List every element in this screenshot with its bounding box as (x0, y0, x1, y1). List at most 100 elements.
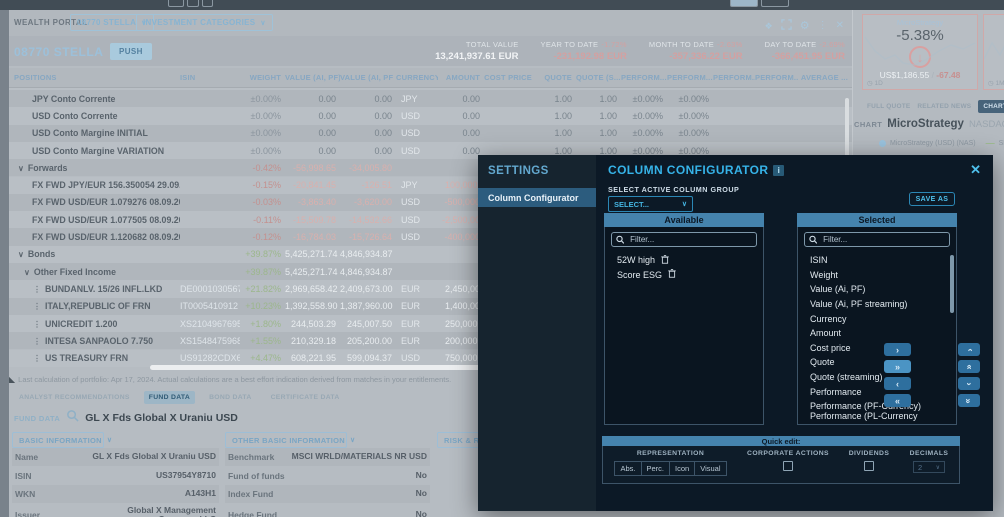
move-left-button[interactable]: ‹ (884, 377, 911, 390)
column-header[interactable]: VALUE (AI, PF ... (340, 73, 396, 82)
widgets-icon[interactable]: ❖ (765, 20, 773, 32)
cell-p1: ±0.00% (621, 111, 667, 121)
column-header[interactable]: PERFORM... (621, 73, 667, 82)
other-basic-information-dropdown[interactable]: OTHER BASIC INFORMATION∨ (225, 432, 347, 448)
selected-item[interactable]: Value (Ai, PF streaming) (798, 297, 956, 312)
column-header[interactable]: QUOTE (536, 73, 576, 82)
decimals-select[interactable]: 2∨ (913, 461, 945, 473)
representation-option-icon[interactable]: Icon (669, 461, 694, 476)
representation-option-visual[interactable]: Visual (694, 461, 726, 476)
move-all-right-button[interactable]: » (884, 360, 911, 373)
sidebar-tab-chart[interactable]: CHART (978, 100, 1004, 113)
chevron-down-icon[interactable]: ∨ (18, 250, 24, 259)
available-filter (611, 232, 757, 247)
drag-handle-icon[interactable]: ⋮ (33, 285, 41, 294)
categories-dropdown[interactable]: INVESTMENT CATEGORIES∨ (136, 14, 273, 31)
kebab-icon[interactable]: ⋮ (818, 20, 828, 32)
save-as-button[interactable]: SAVE AS (909, 192, 955, 206)
column-header[interactable]: CURRENCY (396, 73, 438, 82)
close-icon[interactable]: ✕ (836, 20, 844, 32)
table-row[interactable]: USD Conto Corrente±0.00%0.000.00USD0.001… (9, 107, 852, 124)
move-bottom-button[interactable]: » (958, 394, 980, 407)
chart-legend: MicroStrategy (USD) (NAS)—SMA ( (879, 138, 1004, 148)
sidebar-tab-full-quote[interactable]: FULL QUOTE (867, 103, 910, 110)
trash-icon[interactable] (668, 269, 676, 280)
sidebar-item-column-configurator[interactable]: Column Configurator (478, 188, 596, 207)
move-right-button[interactable]: › (884, 343, 911, 356)
vertical-scrollbar[interactable] (845, 98, 849, 160)
legend-entry: MicroStrategy (USD) (NAS) (879, 140, 976, 147)
field-value: No (416, 471, 427, 480)
available-item[interactable]: Score ESG (605, 268, 763, 283)
drag-handle-icon[interactable]: ⋮ (33, 354, 41, 363)
column-header[interactable]: PERFORM... (667, 73, 713, 82)
drag-handle-icon[interactable]: ⋮ (33, 337, 41, 346)
column-header[interactable]: COST PRICE (484, 73, 536, 82)
move-all-left-button[interactable]: « (884, 394, 911, 407)
sidebar-tab-related-news[interactable]: RELATED NEWS (917, 103, 971, 110)
available-item[interactable]: 52W high (605, 253, 763, 268)
partial-button[interactable] (202, 0, 213, 7)
corporate-actions-checkbox[interactable] (783, 461, 793, 471)
column-header[interactable]: AMOUNT (438, 73, 484, 82)
selected-filter-input[interactable] (821, 234, 945, 245)
column-header[interactable]: ISIN (180, 73, 240, 82)
partial-toggle[interactable] (761, 0, 789, 7)
partial-toggle-active[interactable] (730, 0, 758, 7)
selected-item[interactable]: Quote (streaming) (798, 370, 956, 385)
column-header[interactable]: VALUE (AI, PF) (285, 73, 340, 82)
trash-icon[interactable] (661, 255, 669, 266)
cell-name: ⋮US TREASURY FRN (14, 353, 180, 363)
sparkline (863, 29, 977, 81)
info-icon[interactable]: i (773, 165, 784, 176)
instrument-card[interactable]: MicroStrategy -5.38% ↓ US$1,186.55 / -67… (862, 14, 978, 90)
chevron-down-icon[interactable]: ∨ (24, 268, 30, 277)
representation-option-abs[interactable]: Abs. (614, 461, 640, 476)
selected-item[interactable]: Currency (798, 311, 956, 326)
dividends-checkbox[interactable] (864, 461, 874, 471)
expand-icon[interactable] (781, 19, 792, 33)
move-down-button[interactable]: › (958, 377, 980, 390)
gear-icon[interactable]: ⚙ (800, 20, 810, 32)
column-header[interactable]: WEIGHT (240, 73, 285, 82)
chevron-down-icon[interactable]: ∨ (18, 164, 24, 173)
fund-search-value[interactable]: GL X Fds Global X Uraniu USD (85, 412, 238, 424)
column-header[interactable]: PERFORM... (713, 73, 755, 82)
list-scrollbar[interactable] (950, 255, 954, 313)
column-header[interactable]: QUOTE (S... (576, 73, 621, 82)
drag-handle-icon[interactable]: ⋮ (33, 302, 41, 311)
table-row[interactable]: JPY Conto Corrente±0.00%0.000.00JPY0.001… (9, 90, 852, 107)
cell-ccy: EUR (396, 284, 438, 294)
basic-information-dropdown[interactable]: BASIC INFORMATION∨ (12, 432, 104, 448)
partial-button[interactable] (187, 0, 199, 7)
selected-item[interactable]: ISIN (798, 253, 956, 268)
instrument-card-partial[interactable]: ◷ 1M (983, 14, 1004, 90)
move-up-button[interactable]: › (958, 343, 980, 356)
selected-item[interactable]: Performance (798, 384, 956, 399)
push-button[interactable]: PUSH (110, 43, 152, 60)
table-row[interactable]: USD Conto Margine INITIAL±0.00%0.000.00U… (9, 125, 852, 142)
available-filter-input[interactable] (628, 234, 752, 245)
close-icon[interactable]: ✕ (970, 162, 981, 178)
selected-item[interactable]: Weight (798, 268, 956, 283)
tab-bond-data[interactable]: BOND DATA (204, 391, 256, 404)
field-value: Global X Management Company LLC (96, 506, 216, 517)
column-header[interactable]: POSITIONS (14, 73, 180, 82)
selected-item[interactable]: Value (Ai, PF) (798, 282, 956, 297)
search-icon (66, 409, 79, 427)
selected-item[interactable]: Cost price (798, 341, 956, 356)
selected-item[interactable]: Amount (798, 326, 956, 341)
column-group-select[interactable]: SELECT...∨ (608, 196, 693, 212)
column-header[interactable]: AVERAGE ... (799, 73, 852, 82)
card-period: ◷ 1D (867, 79, 883, 87)
column-header[interactable]: PERFORM... (755, 73, 799, 82)
tab-analyst-recommendations[interactable]: ANALYST RECOMMENDATIONS (14, 391, 135, 404)
selected-item[interactable]: Quote (798, 355, 956, 370)
drag-handle-icon[interactable]: ⋮ (33, 320, 41, 329)
representation-option-perc[interactable]: Perc. (641, 461, 670, 476)
tab-certificate-data[interactable]: CERTIFICATE DATA (266, 391, 345, 404)
move-top-button[interactable]: » (958, 360, 980, 373)
selected-item[interactable]: Performance (PL-Currency streaming) (798, 414, 956, 422)
tab-fund-data[interactable]: FUND DATA (144, 391, 195, 404)
partial-button[interactable] (168, 0, 184, 7)
